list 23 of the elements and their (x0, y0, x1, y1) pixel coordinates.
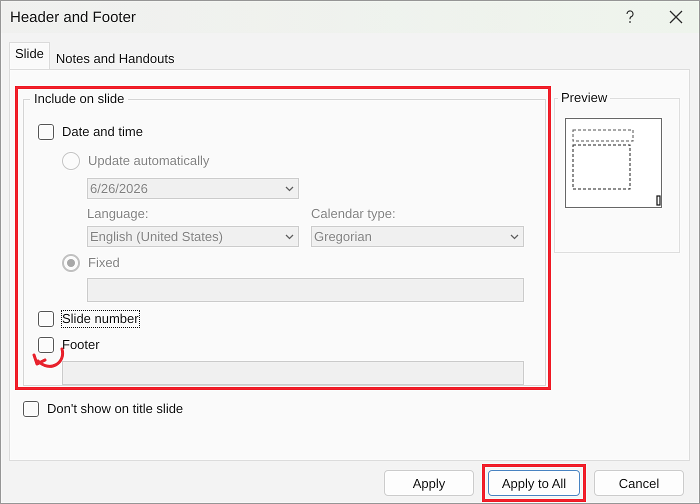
checkbox[interactable] (38, 337, 54, 353)
field-label: Calendar type: (311, 206, 397, 222)
radio-label: Fixed (88, 255, 120, 271)
chevron-icon (284, 184, 295, 192)
radio-label: Update automatically (88, 153, 210, 169)
checkbox[interactable] (23, 401, 39, 417)
checkbox-label: Footer (62, 337, 100, 353)
checkbox[interactable] (38, 124, 54, 140)
chevron-icon (509, 232, 520, 240)
checkbox-label: Slide number (62, 311, 139, 327)
dialog-button[interactable]: Cancel (594, 470, 684, 496)
checkbox-label: Don't show on title slide (47, 401, 184, 417)
dialog-button[interactable]: Apply to All (488, 470, 580, 496)
close-icon[interactable] (669, 10, 683, 24)
group-title: Include on slide (30, 91, 128, 106)
dialog-button[interactable]: Apply (384, 470, 474, 496)
checkbox-label: Date and time (62, 124, 143, 140)
group-title: Preview (558, 90, 610, 105)
field-label: Language: (87, 206, 150, 222)
window-title: Header and Footer (10, 8, 137, 26)
chevron-icon (284, 232, 295, 240)
checkbox[interactable] (38, 311, 54, 327)
tab[interactable]: Slide (9, 42, 50, 69)
